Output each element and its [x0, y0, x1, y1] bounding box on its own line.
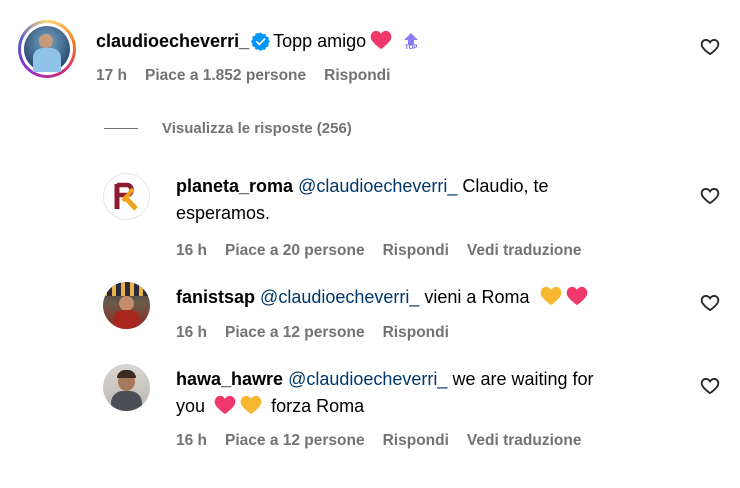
- see-translation-button[interactable]: Vedi traduzione: [467, 432, 582, 449]
- reply-text-cont: you: [176, 396, 206, 416]
- see-translation-button[interactable]: Vedi traduzione: [467, 242, 582, 259]
- avatar-fanistsap[interactable]: [103, 282, 150, 329]
- pink-heart-emoji: [567, 286, 588, 306]
- username[interactable]: planeta_roma: [176, 176, 293, 196]
- avatar-claudioecheverri[interactable]: [18, 20, 76, 78]
- username[interactable]: hawa_hawre: [176, 369, 283, 389]
- reply-meta: 16 h Piace a 20 persone Rispondi Vedi tradu…: [176, 242, 599, 260]
- reply-button[interactable]: Rispondi: [383, 324, 449, 341]
- main-comment-line: claudioecheverri_ Topp amigo TOP: [96, 28, 420, 55]
- yellow-heart-emoji: [240, 395, 262, 415]
- view-replies-divider: [104, 128, 138, 129]
- pink-heart-emoji: [214, 395, 236, 415]
- avatar-hawa-hawre[interactable]: [103, 364, 150, 411]
- reply-text: we are waiting for: [447, 369, 594, 389]
- like-heart-icon[interactable]: [700, 186, 720, 206]
- reply-text-fanistsap: fanistsap @claudioecheverri_ vieni a Rom…: [176, 284, 588, 311]
- planeta-roma-logo: [114, 182, 138, 211]
- like-heart-icon[interactable]: [700, 293, 720, 313]
- like-heart-icon[interactable]: [700, 376, 720, 396]
- yellow-heart-emoji: [541, 286, 562, 306]
- reply-time: 16 h: [176, 432, 208, 449]
- reply-button[interactable]: Rispondi: [324, 67, 390, 84]
- top-badge-icon: TOP: [402, 33, 420, 51]
- view-replies-button[interactable]: Visualizza le risposte (256): [162, 120, 352, 137]
- mention-link[interactable]: @claudioecheverri_: [298, 176, 457, 196]
- likes-count-link[interactable]: Piace a 20 persone: [225, 242, 365, 259]
- pink-heart-emoji: [370, 30, 392, 50]
- like-heart-icon[interactable]: [700, 37, 720, 57]
- reply-text-tail: forza Roma: [271, 396, 365, 416]
- comment-time: 17 h: [96, 67, 128, 84]
- likes-count-link[interactable]: Piace a 1.852 persone: [145, 67, 306, 84]
- mention-link[interactable]: @claudioecheverri_: [260, 287, 419, 307]
- reply-text: Claudio, te: [457, 176, 549, 196]
- username[interactable]: fanistsap: [176, 287, 255, 307]
- mention-link[interactable]: @claudioecheverri_: [288, 369, 447, 389]
- reply-time: 16 h: [176, 242, 208, 259]
- reply-meta: 16 h Piace a 12 persone Rispondi Vedi tradu…: [176, 432, 599, 450]
- verified-badge-icon: [251, 32, 271, 51]
- reply-text-planeta-roma: planeta_roma @claudioecheverri_ Claudio,…: [176, 173, 696, 227]
- reply-button[interactable]: Rispondi: [383, 242, 449, 259]
- avatar-planeta-roma[interactable]: [103, 173, 150, 220]
- comment-text: Topp amigo: [273, 31, 367, 51]
- reply-text-cont: esperamos.: [176, 203, 271, 223]
- reply-meta: 16 h Piace a 12 persone Rispondi: [176, 324, 467, 342]
- main-comment-meta: 17 h Piace a 1.852 persone Rispondi: [96, 67, 408, 85]
- reply-text: vieni a Roma: [419, 287, 530, 307]
- reply-text-hawa-hawre: hawa_hawre @claudioecheverri_ we are wai…: [176, 366, 696, 420]
- username[interactable]: claudioecheverri_: [96, 31, 249, 51]
- likes-count-link[interactable]: Piace a 12 persone: [225, 432, 365, 449]
- reply-button[interactable]: Rispondi: [383, 432, 449, 449]
- reply-time: 16 h: [176, 324, 208, 341]
- likes-count-link[interactable]: Piace a 12 persone: [225, 324, 365, 341]
